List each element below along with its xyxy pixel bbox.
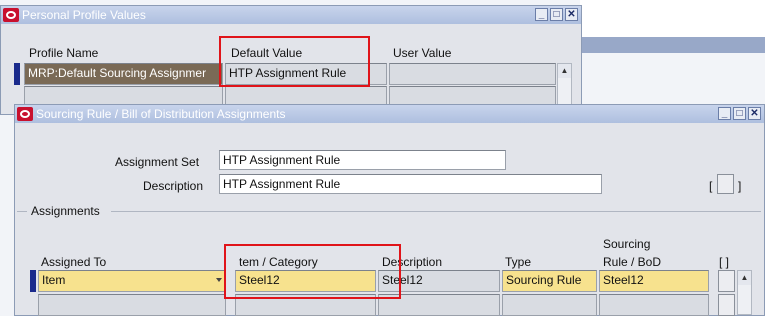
dropdown-arrow-icon[interactable] — [216, 278, 222, 282]
minimize-button[interactable]: _ — [718, 107, 731, 120]
profile-window-titlebar[interactable]: Personal Profile Values _ □ ✕ — [1, 6, 581, 24]
sourcing-window-title: Sourcing Rule / Bill of Distribution Ass… — [36, 107, 286, 121]
bracket-left: [ — [709, 179, 713, 193]
sourcing-rule-field[interactable]: Steel12 — [599, 270, 709, 292]
oracle-icon — [3, 8, 19, 22]
bracket-header: [ ] — [719, 255, 730, 269]
personal-profile-values-window: Personal Profile Values _ □ ✕ Profile Na… — [0, 5, 582, 115]
user-value-header: User Value — [393, 46, 452, 60]
profile-window-title: Personal Profile Values — [22, 8, 146, 22]
type-field-empty[interactable] — [502, 294, 597, 316]
user-value-field[interactable] — [389, 63, 556, 85]
sourcing-header-line2: Rule / BoD — [603, 255, 662, 269]
assignment-set-field[interactable]: HTP Assignment Rule — [219, 150, 506, 170]
profile-name-field[interactable]: MRP:Default Sourcing Assignmer — [24, 63, 223, 85]
background-window-strip — [580, 37, 765, 53]
row-indicator — [30, 270, 36, 292]
assignments-group-label: Assignments — [31, 204, 100, 218]
group-divider-right — [111, 211, 761, 212]
assigned-to-value: Item — [42, 273, 66, 287]
bracket-right: ] — [738, 179, 742, 193]
sourcing-assignments-window: Sourcing Rule / Bill of Distribution Ass… — [14, 104, 765, 316]
highlight-box-default-value — [219, 36, 370, 87]
sourcing-window-titlebar[interactable]: Sourcing Rule / Bill of Distribution Ass… — [15, 105, 764, 123]
description-field[interactable]: HTP Assignment Rule — [219, 174, 602, 194]
row-flexfield-box[interactable] — [718, 270, 735, 292]
row-flexfield-box-empty[interactable] — [718, 294, 735, 316]
assignments-scrollbar[interactable]: ▲ — [737, 270, 752, 315]
scroll-up-arrow-icon[interactable]: ▲ — [738, 271, 751, 285]
type-field[interactable]: Sourcing Rule — [502, 270, 597, 292]
minimize-button[interactable]: _ — [535, 8, 548, 21]
close-button[interactable]: ✕ — [748, 107, 761, 120]
assigned-to-field[interactable]: Item — [38, 270, 226, 292]
profile-name-header: Profile Name — [29, 46, 99, 60]
type-header: Type — [505, 255, 532, 269]
group-divider-left — [17, 211, 27, 212]
highlight-box-item-category — [224, 244, 401, 299]
oracle-icon — [17, 107, 33, 121]
assigned-to-header: Assigned To — [41, 255, 107, 269]
sourcing-header-line1: Sourcing — [603, 237, 651, 251]
assignment-set-label: Assignment Set — [115, 155, 200, 169]
maximize-button[interactable]: □ — [550, 8, 563, 21]
row-indicator — [14, 63, 20, 85]
background-window-top — [580, 0, 765, 38]
scroll-up-arrow-icon[interactable]: ▲ — [558, 64, 571, 78]
maximize-button[interactable]: □ — [733, 107, 746, 120]
sourcing-rule-field-empty[interactable] — [599, 294, 709, 316]
close-button[interactable]: ✕ — [565, 8, 578, 21]
description-label: Description — [143, 179, 204, 193]
descriptive-flexfield-box[interactable] — [717, 174, 734, 194]
assigned-to-field-empty[interactable] — [38, 294, 226, 316]
